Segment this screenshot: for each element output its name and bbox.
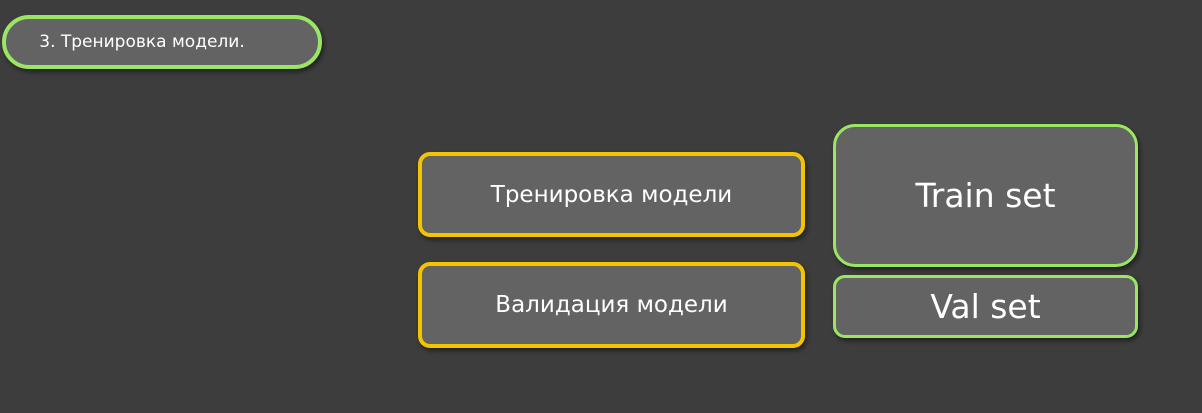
train-model-label: Тренировка модели	[490, 181, 733, 208]
validate-model-box: Валидация модели	[418, 262, 805, 348]
train-model-box: Тренировка модели	[418, 152, 805, 237]
step-title-text: 3. Тренировка модели.	[39, 32, 245, 52]
step-title-pill: 3. Тренировка модели.	[2, 15, 322, 69]
val-set-box: Val set	[833, 275, 1138, 338]
val-set-label: Val set	[930, 287, 1041, 326]
train-set-label: Train set	[915, 176, 1056, 215]
train-set-box: Train set	[833, 124, 1138, 267]
validate-model-label: Валидация модели	[495, 292, 728, 318]
